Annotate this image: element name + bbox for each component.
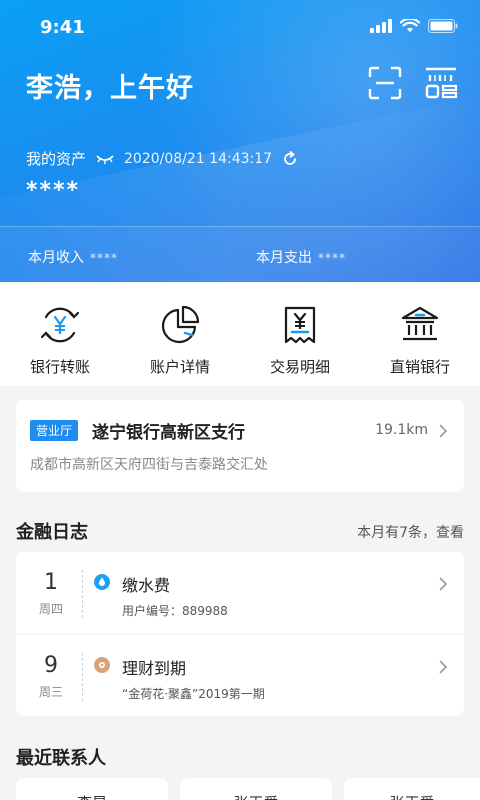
finance-log-item[interactable]: 9 周三 理财到期 “金荷花·聚鑫”2019第一期 (16, 634, 464, 716)
log-divider (82, 570, 83, 618)
chevron-right-icon (439, 660, 448, 674)
quick-action-direct-bank[interactable]: 直销银行 (360, 282, 480, 386)
chevron-right-icon (439, 577, 448, 591)
finance-log-item[interactable]: 1 周四 缴水费 用户编号：889988 (16, 552, 464, 634)
contact-name: 李昂 (16, 792, 168, 800)
contact-name: 张玉爱 (180, 792, 332, 800)
pie-chart-icon (161, 305, 200, 344)
log-detail: “金荷花·聚鑫”2019第一期 (122, 687, 265, 701)
refresh-icon[interactable] (282, 150, 298, 167)
quick-action-label: 银行转账 (29, 358, 90, 376)
transfer-yuan-icon (40, 307, 80, 343)
hero-header: 9:41 李浩，上午好 我的资产 2020/08/21 14:43:17 ***… (0, 0, 480, 282)
quick-action-label: 直销银行 (389, 358, 450, 376)
assets-date: 2020/08/21 14:43:17 (124, 150, 273, 167)
contact-name: 张玉爱 (344, 792, 480, 800)
scan-icon[interactable] (368, 66, 402, 100)
assets-label: 我的资产 (26, 150, 87, 168)
contact-card[interactable]: 张玉爱 (180, 778, 332, 800)
quick-action-label: 账户详情 (149, 358, 210, 376)
expense-value: **** (318, 251, 346, 265)
log-detail: 用户编号：889988 (122, 604, 228, 618)
quick-action-transactions[interactable]: 交易明细 (240, 282, 360, 386)
branch-distance: 19.1km (375, 422, 428, 438)
eye-closed-icon[interactable] (96, 153, 114, 165)
finance-log-title: 金融日志 (16, 522, 88, 543)
bank-icon (401, 306, 439, 341)
contact-card[interactable]: 张玉爱 (344, 778, 480, 800)
status-icons (370, 19, 458, 33)
log-title: 理财到期 (122, 659, 187, 678)
log-weekday: 周四 (38, 602, 63, 616)
monthly-summary: 本月收入 **** 本月支出 **** (0, 226, 480, 282)
log-divider (82, 653, 83, 701)
signal-icon (370, 19, 392, 33)
quick-action-account[interactable]: 账户详情 (120, 282, 240, 386)
contact-card[interactable]: 李昂 (16, 778, 168, 800)
battery-icon (428, 19, 458, 33)
recent-contacts-title: 最近联系人 (16, 748, 106, 769)
expense-label: 本月支出 (256, 250, 312, 266)
status-bar: 9:41 (0, 0, 480, 56)
monthly-expense[interactable]: 本月支出 **** (256, 247, 346, 267)
status-time: 9:41 (40, 17, 85, 38)
log-weekday: 周三 (38, 685, 63, 699)
wifi-icon (400, 19, 420, 32)
quick-action-label: 交易明细 (269, 358, 330, 376)
log-day: 9 (44, 653, 58, 678)
log-title: 缴水费 (122, 576, 171, 595)
payment-code-icon[interactable] (424, 66, 458, 100)
branch-badge: 营业厅 (30, 420, 79, 441)
wealth-icon (94, 657, 110, 673)
finance-log-summary-link[interactable]: 本月有7条，查看 (357, 522, 464, 542)
chevron-right-icon (439, 424, 448, 438)
log-day: 1 (44, 570, 58, 595)
assets-value: **** (26, 178, 81, 203)
income-label: 本月收入 (28, 250, 84, 266)
greeting-title: 李浩，上午好 (26, 73, 194, 104)
monthly-income[interactable]: 本月收入 **** (28, 247, 118, 267)
quick-actions: 银行转账 账户详情 交易明细 直销银行 (0, 282, 480, 386)
finance-log-list: 1 周四 缴水费 用户编号：889988 9 周三 理财到期 “金荷花·聚鑫”2… (16, 552, 464, 716)
water-drop-icon (94, 574, 110, 590)
receipt-icon (284, 306, 316, 344)
income-value: **** (90, 251, 118, 265)
branch-address: 成都市高新区天府四街与吉泰路交汇处 (30, 457, 268, 473)
assets-row: 我的资产 2020/08/21 14:43:17 (26, 148, 298, 169)
branch-name: 遂宁银行高新区支行 (92, 423, 245, 443)
quick-action-transfer[interactable]: 银行转账 (0, 282, 120, 386)
nearby-branch-card[interactable]: 营业厅 遂宁银行高新区支行 19.1km 成都市高新区天府四街与吉泰路交汇处 (16, 400, 464, 492)
